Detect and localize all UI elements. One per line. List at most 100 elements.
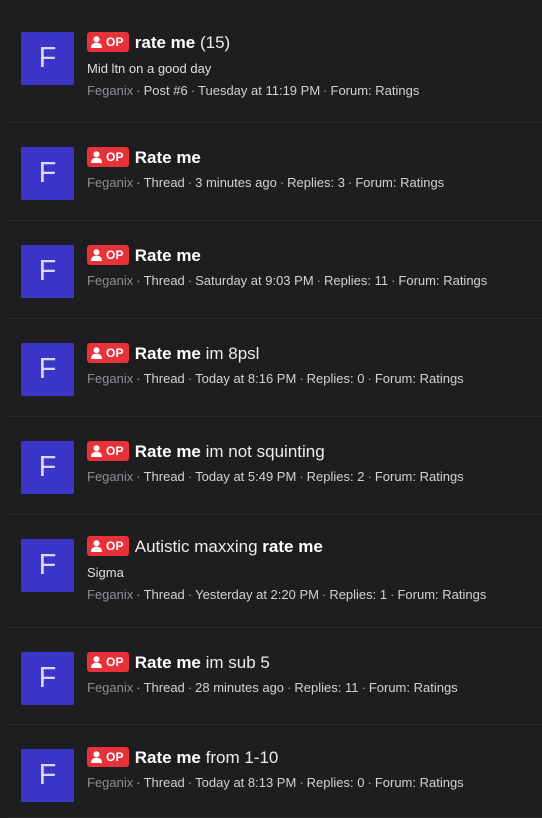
op-badge-label: OP <box>106 150 124 164</box>
result-item[interactable]: F OP Rate me Feganix · Thread · Saturday at 9:0… <box>8 221 542 319</box>
avatar[interactable]: F <box>21 32 74 85</box>
user-icon <box>91 656 102 668</box>
forum-link[interactable]: Forum: Ratings <box>355 175 444 190</box>
result-title[interactable]: OP Rate me from 1-10 <box>87 746 538 770</box>
result-item[interactable]: F OP Rate me from 1-10 Feganix · Thread · Today… <box>8 725 542 818</box>
forum-link[interactable]: Forum: Ratings <box>375 371 464 386</box>
timestamp: 3 minutes ago <box>195 175 277 190</box>
reply-count: Replies: 2 <box>306 469 365 484</box>
timestamp: Yesterday at 2:20 PM <box>195 587 319 602</box>
author-link[interactable]: Feganix <box>87 371 133 386</box>
result-item[interactable]: F OP Rate me im 8psl Feganix · Thread · Today a… <box>8 319 542 417</box>
result-item[interactable]: F OP Rate me im sub 5 Feganix · Thread · 28 min… <box>8 628 542 725</box>
op-badge-label: OP <box>106 248 124 262</box>
result-title[interactable]: OP Rate me im 8psl <box>87 342 538 366</box>
avatar[interactable]: F <box>21 343 74 396</box>
result-meta: Feganix · Thread · Today at 8:16 PM · Replies:… <box>87 370 538 388</box>
result-meta: Feganix · Post #6 · Tuesday at 11:19 PM · Foru… <box>87 82 538 100</box>
avatar[interactable]: F <box>21 245 74 298</box>
forum-link[interactable]: Forum: Ratings <box>375 775 464 790</box>
result-title[interactable]: OP Rate me im sub 5 <box>87 651 538 675</box>
meta-separator: · <box>136 775 141 790</box>
title-highlight: Rate me <box>134 442 201 461</box>
meta-separator: · <box>187 273 193 288</box>
result-title[interactable]: OP rate me (15) <box>87 31 538 55</box>
title-highlight: Rate me <box>134 653 201 672</box>
title-highlight: rate me <box>262 537 323 556</box>
user-icon <box>91 540 102 552</box>
meta-separator: · <box>187 680 193 695</box>
title-highlight: Rate me <box>134 344 201 363</box>
result-content: OP Rate me Feganix · Thread · 3 minutes ago · Re… <box>87 146 538 192</box>
result-title[interactable]: OP Autistic maxxing rate me <box>87 535 538 559</box>
result-item[interactable]: F OP Autistic maxxing rate me Sigma Feganix ·… <box>8 515 542 628</box>
op-badge-label: OP <box>106 750 124 764</box>
result-meta: Feganix · Thread · Yesterday at 2:20 PM · Repl… <box>87 586 538 604</box>
meta-separator: · <box>136 273 141 288</box>
result-title[interactable]: OP Rate me im not squinting <box>87 440 538 464</box>
content-type: Thread <box>143 775 185 790</box>
op-badge: OP <box>87 441 129 461</box>
result-meta: Feganix · Thread · 3 minutes ago · Replies: 3 ·… <box>87 174 538 192</box>
op-badge-label: OP <box>106 539 124 553</box>
result-title[interactable]: OP Rate me <box>87 244 538 268</box>
author-link[interactable]: Feganix <box>87 273 133 288</box>
op-badge-label: OP <box>106 655 124 669</box>
result-content: OP rate me (15) Mid ltn on a good day Fegan… <box>87 31 538 100</box>
meta-separator: · <box>187 469 193 484</box>
op-badge-label: OP <box>106 444 124 458</box>
meta-separator: · <box>136 83 141 98</box>
meta-separator: · <box>187 175 193 190</box>
author-link[interactable]: Feganix <box>87 175 133 190</box>
author-link[interactable]: Feganix <box>87 469 133 484</box>
content-type: Thread <box>143 175 185 190</box>
title-text: im 8psl <box>200 344 260 363</box>
result-content: OP Rate me im not squinting Feganix · Thread… <box>87 440 538 486</box>
author-link[interactable]: Feganix <box>87 587 133 602</box>
forum-link[interactable]: Forum: Ratings <box>375 469 464 484</box>
meta-separator: · <box>187 775 193 790</box>
forum-link[interactable]: Forum: Ratings <box>369 680 458 695</box>
user-icon <box>91 347 102 359</box>
result-meta: Feganix · Thread · Saturday at 9:03 PM · Repli… <box>87 272 538 290</box>
avatar[interactable]: F <box>21 652 74 705</box>
author-link[interactable]: Feganix <box>87 680 133 695</box>
user-icon <box>91 151 102 163</box>
reply-count: Replies: 11 <box>324 273 389 288</box>
meta-separator: · <box>367 371 372 386</box>
forum-link[interactable]: Forum: Ratings <box>398 273 487 288</box>
avatar[interactable]: F <box>21 147 74 200</box>
op-badge: OP <box>87 147 129 167</box>
meta-separator: · <box>136 175 141 190</box>
result-item[interactable]: F OP rate me (15) Mid ltn on a good day Fega… <box>8 0 542 123</box>
content-type: Thread <box>143 273 185 288</box>
forum-link[interactable]: Forum: Ratings <box>397 587 486 602</box>
result-content: OP Rate me im sub 5 Feganix · Thread · 28 minu… <box>87 651 538 697</box>
result-content: OP Rate me Feganix · Thread · Saturday at 9:03… <box>87 244 538 290</box>
result-item[interactable]: F OP Rate me Feganix · Thread · 3 minutes ago · R… <box>8 123 542 221</box>
meta-separator: · <box>347 175 353 190</box>
meta-separator: · <box>136 587 141 602</box>
title-highlight: Rate me <box>134 148 201 167</box>
timestamp: Saturday at 9:03 PM <box>195 273 314 288</box>
forum-link[interactable]: Forum: Ratings <box>331 83 420 98</box>
timestamp: Today at 8:13 PM <box>195 775 297 790</box>
avatar[interactable]: F <box>21 441 74 494</box>
timestamp: Tuesday at 11:19 PM <box>198 83 321 98</box>
meta-separator: · <box>287 680 292 695</box>
title-highlight: rate me <box>134 33 196 52</box>
author-link[interactable]: Feganix <box>87 83 133 98</box>
author-link[interactable]: Feganix <box>87 775 133 790</box>
result-item[interactable]: F OP Rate me im not squinting Feganix · Threa… <box>8 417 542 515</box>
meta-separator: · <box>279 175 285 190</box>
meta-separator: · <box>299 775 304 790</box>
meta-separator: · <box>136 371 141 386</box>
avatar[interactable]: F <box>21 539 74 592</box>
user-icon <box>91 751 102 763</box>
result-title[interactable]: OP Rate me <box>87 146 538 170</box>
meta-separator: · <box>190 83 196 98</box>
result-snippet: Mid ltn on a good day <box>87 61 212 76</box>
avatar[interactable]: F <box>21 749 74 802</box>
reply-count: Replies: 3 <box>287 175 345 190</box>
timestamp: Today at 8:16 PM <box>195 371 297 386</box>
